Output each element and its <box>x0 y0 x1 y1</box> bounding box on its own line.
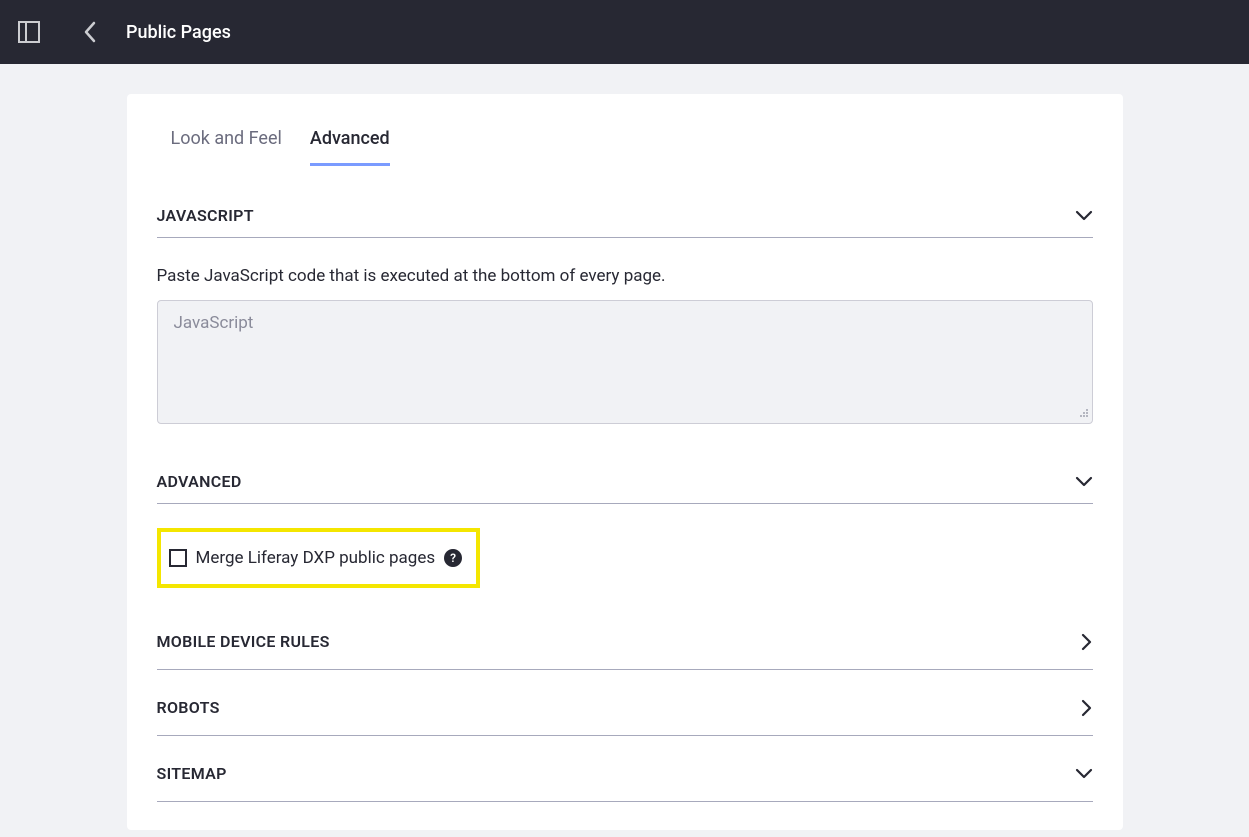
section-header-sitemap[interactable]: SITEMAP <box>157 764 1093 802</box>
section-title: ADVANCED <box>157 472 242 491</box>
section-title: JAVASCRIPT <box>157 206 254 225</box>
section-title: MOBILE DEVICE RULES <box>157 632 330 651</box>
javascript-description: Paste JavaScript code that is executed a… <box>157 266 1093 286</box>
section-header-advanced[interactable]: ADVANCED <box>157 472 1093 504</box>
section-body-advanced: Merge Liferay DXP public pages ? <box>157 504 1093 588</box>
section-robots: ROBOTS <box>157 698 1093 736</box>
section-mobile-device-rules: MOBILE DEVICE RULES <box>157 632 1093 670</box>
chevron-down-icon <box>1075 476 1093 488</box>
section-sitemap: SITEMAP <box>157 764 1093 802</box>
merge-pages-checkbox[interactable] <box>169 549 187 567</box>
chevron-down-icon <box>1075 768 1093 780</box>
section-advanced: ADVANCED Merge Liferay DXP public pages … <box>157 472 1093 588</box>
main-area: Look and Feel Advanced JAVASCRIPT Paste … <box>0 64 1249 830</box>
tabs: Look and Feel Advanced <box>157 122 1093 166</box>
section-header-javascript[interactable]: JAVASCRIPT <box>157 206 1093 238</box>
section-javascript: JAVASCRIPT Paste JavaScript code that is… <box>157 206 1093 428</box>
merge-pages-highlight: Merge Liferay DXP public pages ? <box>157 528 481 588</box>
section-header-robots[interactable]: ROBOTS <box>157 698 1093 736</box>
chevron-right-icon <box>1081 633 1093 651</box>
javascript-textarea[interactable] <box>157 300 1093 424</box>
section-title: SITEMAP <box>157 764 227 783</box>
section-body-javascript: Paste JavaScript code that is executed a… <box>157 238 1093 428</box>
help-icon[interactable]: ? <box>444 549 462 567</box>
back-button[interactable] <box>76 18 104 46</box>
merge-pages-label: Merge Liferay DXP public pages <box>196 548 436 568</box>
section-header-mobile[interactable]: MOBILE DEVICE RULES <box>157 632 1093 670</box>
section-title: ROBOTS <box>157 698 220 717</box>
chevron-down-icon <box>1075 210 1093 222</box>
tab-look-and-feel[interactable]: Look and Feel <box>171 122 282 166</box>
page-title: Public Pages <box>126 22 231 43</box>
panel-toggle-icon[interactable] <box>18 21 40 43</box>
tab-advanced[interactable]: Advanced <box>310 122 390 166</box>
panel: Look and Feel Advanced JAVASCRIPT Paste … <box>127 94 1123 830</box>
topbar: Public Pages <box>0 0 1249 64</box>
chevron-right-icon <box>1081 699 1093 717</box>
